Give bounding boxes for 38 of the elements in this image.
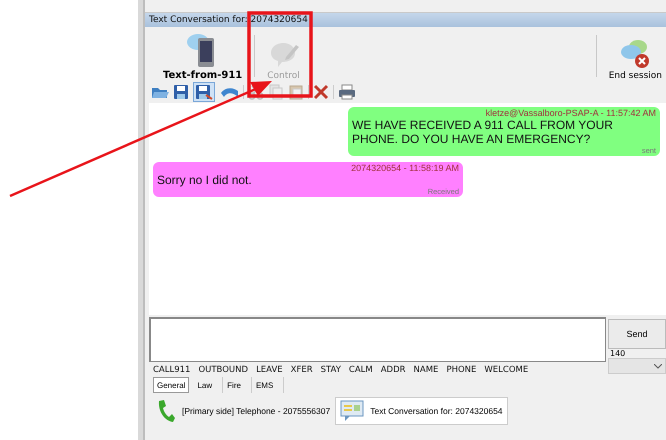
- quick-text-link[interactable]: XFER: [290, 365, 313, 375]
- open-folder-icon[interactable]: [151, 85, 169, 99]
- printer-icon[interactable]: [338, 84, 356, 100]
- chat-window-icon: [340, 400, 364, 422]
- text-from-911-button[interactable]: Text-from-911: [159, 31, 246, 81]
- caret-icon: [654, 364, 662, 368]
- window-title: Text Conversation for: 2074320654: [145, 12, 666, 27]
- session-tab[interactable]: [Primary side] Telephone - 2075556307: [151, 397, 336, 425]
- category-tab[interactable]: Law: [193, 377, 224, 393]
- send-button[interactable]: Send: [608, 319, 666, 349]
- end-session-button[interactable]: End session: [604, 31, 666, 81]
- message-text: Sorry no I did not.: [157, 173, 253, 187]
- copy-icon[interactable]: [268, 84, 284, 100]
- quick-text-link[interactable]: STAY: [320, 365, 341, 375]
- category-tab[interactable]: General: [153, 377, 190, 393]
- quick-text-link[interactable]: NAME: [414, 365, 438, 375]
- undo-icon[interactable]: [219, 85, 239, 99]
- quick-text-link[interactable]: WELCOME: [484, 365, 528, 375]
- phone-icon: [156, 399, 176, 423]
- message-text: WE HAVE RECEIVED A 911 CALL FROM YOUR PHONE. DO YOU HAVE AN EMERGENCY?: [352, 118, 614, 146]
- quick-text-link[interactable]: ADDR: [380, 365, 406, 375]
- scroll-bar[interactable]: [138, 0, 145, 440]
- delete-icon[interactable]: [313, 84, 329, 100]
- quick-text-link[interactable]: CALM: [348, 365, 373, 375]
- save-icon[interactable]: [173, 84, 189, 100]
- quick-text-link[interactable]: PHONE: [446, 365, 476, 375]
- category-tab[interactable]: EMS: [252, 377, 284, 393]
- message-header: kletze@Vassalboro-PSAP-A - 11:57:42 AM: [486, 108, 656, 118]
- message-header: 2074320654 - 11:58:19 AM: [351, 163, 459, 173]
- quick-text-link[interactable]: LEAVE: [256, 365, 283, 375]
- quick-text-link[interactable]: CALL911: [153, 365, 190, 375]
- save-as-icon[interactable]: [193, 82, 215, 102]
- quick-text-link[interactable]: OUTBOUND: [198, 365, 248, 375]
- category-tab[interactable]: Fire: [223, 377, 252, 393]
- chat-close-icon: [620, 39, 650, 69]
- message-input-field[interactable]: [149, 317, 606, 362]
- character-counter: 140: [609, 349, 626, 358]
- session-tab[interactable]: Text Conversation for: 2074320654: [335, 397, 508, 425]
